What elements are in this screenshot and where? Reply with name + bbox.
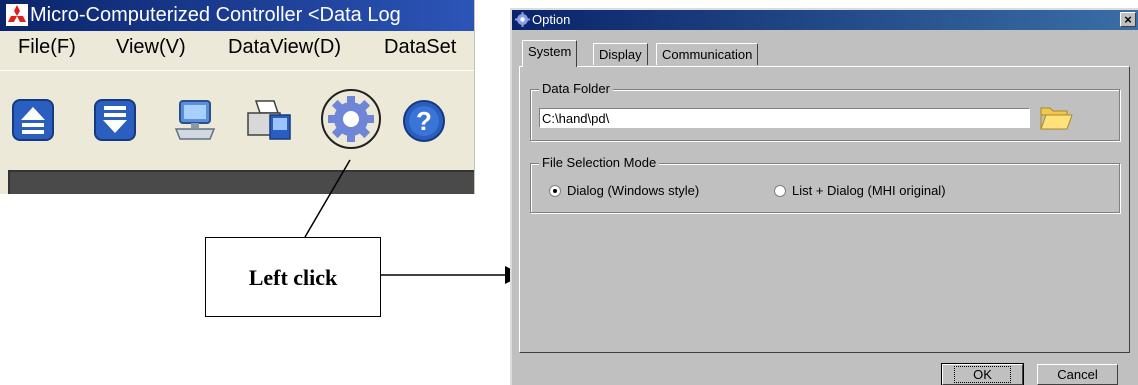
file-selection-mode-label: File Selection Mode	[539, 155, 660, 170]
help-icon[interactable]: ?	[402, 99, 446, 143]
option-dialog: Option × System Display Communication Da…	[510, 8, 1138, 385]
tab-panel-system: Data Folder File Selection Mode Dialog (…	[519, 66, 1130, 353]
radio-list-dialog-label: List + Dialog (MHI original)	[792, 183, 946, 198]
data-folder-input[interactable]	[539, 108, 1030, 128]
close-button[interactable]: ×	[1120, 12, 1136, 27]
printer-icon[interactable]	[244, 99, 292, 141]
tab-communication-label: Communication	[662, 47, 753, 62]
tab-system-label: System	[528, 44, 572, 59]
main-menu-bar: File(F) View(V) DataView(D) DataSet	[0, 31, 474, 64]
radio-dialog-label: Dialog (Windows style)	[567, 183, 700, 198]
data-folder-label: Data Folder	[539, 81, 613, 96]
menu-dataview[interactable]: DataView(D)	[228, 31, 341, 64]
upload-icon[interactable]	[12, 99, 54, 141]
menu-dataset[interactable]: DataSet	[384, 31, 456, 64]
gear-icon[interactable]	[320, 87, 382, 151]
data-folder-group: Data Folder	[530, 81, 1120, 141]
status-bar	[8, 170, 474, 194]
callout-text: Left click	[248, 265, 338, 290]
main-window-title: Micro-Computerized Controller <Data Log	[30, 4, 401, 26]
mitsubishi-logo-icon	[6, 4, 28, 26]
dialog-title: Option	[532, 12, 571, 27]
dialog-title-bar[interactable]: Option ×	[512, 10, 1138, 30]
ok-button-label: OK	[954, 366, 1011, 383]
tab-display[interactable]: Display	[593, 43, 648, 65]
menu-view[interactable]: View(V)	[116, 31, 186, 64]
main-application-window: Micro-Computerized Controller <Data Log …	[0, 0, 475, 194]
cancel-button-label: Cancel	[1057, 367, 1098, 382]
svg-text:?: ?	[416, 106, 432, 136]
file-selection-mode-group: File Selection Mode Dialog (Windows styl…	[530, 155, 1120, 213]
tab-system[interactable]: System	[522, 40, 578, 67]
tab-communication[interactable]: Communication	[656, 43, 759, 65]
main-title-bar: Micro-Computerized Controller <Data Log	[0, 0, 474, 31]
tab-display-label: Display	[599, 47, 642, 62]
radio-button-unchecked[interactable]	[774, 185, 786, 197]
radio-list-dialog-mhi[interactable]: List + Dialog (MHI original)	[774, 182, 946, 200]
main-toolbar: ?	[0, 70, 474, 167]
ok-button[interactable]: OK	[941, 363, 1024, 385]
menu-file[interactable]: File(F)	[18, 31, 76, 64]
gear-icon	[515, 12, 530, 27]
cancel-button[interactable]: Cancel	[1037, 364, 1118, 385]
monitor-keyboard-icon[interactable]	[172, 99, 218, 141]
callout-box: Left click	[205, 237, 381, 317]
radio-button-checked[interactable]	[549, 185, 561, 197]
folder-open-icon[interactable]	[1038, 102, 1074, 132]
download-icon[interactable]	[94, 99, 136, 141]
radio-dialog-windows-style[interactable]: Dialog (Windows style)	[549, 182, 699, 200]
